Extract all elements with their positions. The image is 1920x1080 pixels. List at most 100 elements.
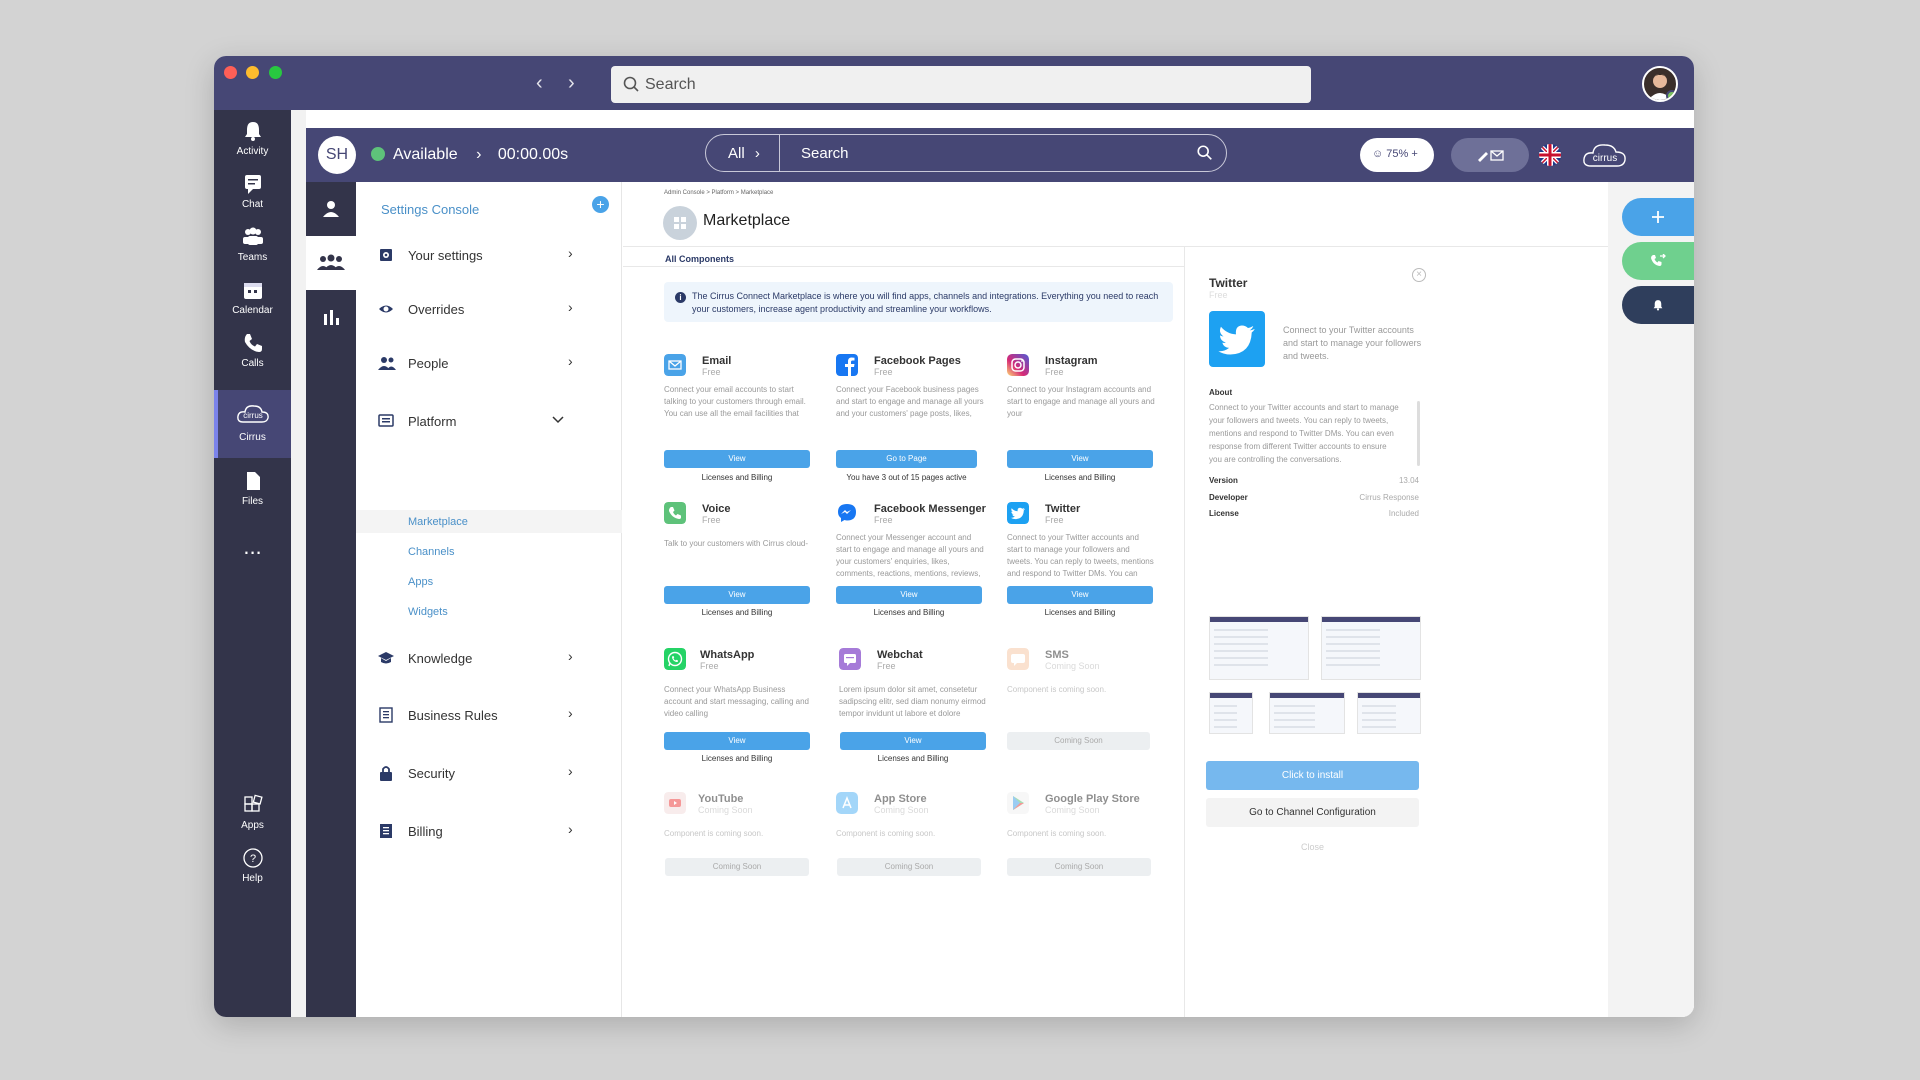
tab-all-components[interactable]: All Components (665, 254, 734, 264)
component-card-sms[interactable]: SMS Coming Soon Component is coming soon… (1007, 648, 1157, 778)
webchat-logo-icon (839, 648, 861, 670)
about-heading: About (1209, 388, 1233, 397)
settings-sidebar: Settings Console + Your settings › Overr… (356, 182, 622, 1017)
screenshot-thumbnail[interactable] (1209, 692, 1253, 734)
sidebar-item-security[interactable]: Security › (356, 758, 622, 788)
rail-item-activity[interactable]: Activity (214, 120, 291, 170)
marketplace-main: Admin Console > Platform > Marketplace M… (623, 182, 1694, 1017)
compose-pill[interactable] (1451, 138, 1529, 172)
rail-people-button[interactable] (306, 236, 356, 290)
sidebar-item-knowledge[interactable]: Knowledge › (356, 643, 622, 673)
forward-arrow-icon[interactable]: › (568, 72, 575, 95)
rail-item-files[interactable]: Files (214, 470, 291, 520)
sidebar-item-your-settings[interactable]: Your settings › (356, 240, 622, 270)
agent-status[interactable]: Available › 00:00.00s (371, 146, 568, 164)
sidebar-item-platform[interactable]: Platform (356, 406, 622, 436)
sidebar-item-label: Billing (408, 824, 443, 839)
screenshot-thumbnail[interactable] (1321, 616, 1421, 680)
rail-item-cirrus[interactable]: cirrus Cirrus (214, 390, 291, 458)
global-search-input[interactable]: Search (611, 66, 1311, 103)
email-view-button[interactable]: View (664, 450, 810, 468)
voice-view-button[interactable]: View (664, 586, 810, 604)
rail-stats-button[interactable] (306, 290, 356, 344)
sidebar-subitem-widgets[interactable]: Widgets (408, 606, 448, 618)
component-card-app-store[interactable]: App Store Coming Soon Component is comin… (836, 792, 986, 922)
search-placeholder: Search (645, 76, 696, 93)
rail-item-calendar[interactable]: Calendar (214, 279, 291, 329)
search-filter-dropdown[interactable]: All › (706, 135, 780, 171)
sidebar-item-business-rules[interactable]: Business Rules › (356, 700, 622, 730)
webchat-view-button[interactable]: View (840, 732, 986, 750)
rail-label: Help (242, 873, 263, 884)
sidebar-item-billing[interactable]: Billing › (356, 816, 622, 846)
instagram-view-button[interactable]: View (1007, 450, 1153, 468)
breadcrumb[interactable]: Admin Console > Platform > Marketplace (664, 190, 773, 196)
developer-value: Cirrus Response (1359, 493, 1419, 502)
whatsapp-licenses-link[interactable]: Licenses and Billing (664, 754, 810, 763)
rail-profile-button[interactable] (306, 182, 356, 236)
rail-item-apps[interactable]: Apps (214, 794, 291, 844)
card-description: Connect your Messenger account and start… (836, 533, 984, 578)
user-avatar[interactable] (1642, 66, 1678, 102)
sidebar-subitem-apps[interactable]: Apps (408, 576, 433, 588)
screenshot-thumbnail[interactable] (1209, 616, 1309, 680)
instagram-licenses-link[interactable]: Licenses and Billing (1007, 473, 1153, 482)
messenger-licenses-link[interactable]: Licenses and Billing (836, 608, 982, 617)
rail-item-help[interactable]: ? Help (214, 847, 291, 897)
email-licenses-link[interactable]: Licenses and Billing (664, 473, 810, 482)
phone-forward-icon (1651, 254, 1666, 266)
filter-label: All (728, 145, 745, 162)
more-apps-button[interactable]: ... (214, 536, 291, 566)
lock-icon (380, 766, 392, 781)
chevron-right-icon: › (568, 763, 573, 779)
add-button[interactable]: + (592, 196, 609, 213)
messenger-view-button[interactable]: View (836, 586, 982, 604)
new-action-button[interactable] (1622, 198, 1694, 236)
rail-gap (291, 110, 306, 1017)
component-card-google-play[interactable]: Google Play Store Coming Soon Component … (1007, 792, 1157, 922)
back-arrow-icon[interactable]: ‹ (536, 72, 543, 95)
minimize-window-button[interactable] (246, 66, 259, 79)
sidebar-item-overrides[interactable]: Overrides › (356, 294, 622, 324)
install-button[interactable]: Click to install (1206, 761, 1419, 790)
rail-item-chat[interactable]: Chat (214, 173, 291, 223)
screenshot-thumbnail[interactable] (1269, 692, 1345, 734)
twitter-licenses-link[interactable]: Licenses and Billing (1007, 608, 1153, 617)
maximize-window-button[interactable] (269, 66, 282, 79)
twitter-view-button[interactable]: View (1007, 586, 1153, 604)
channel-configuration-button[interactable]: Go to Channel Configuration (1206, 798, 1419, 827)
rail-item-calls[interactable]: Calls (214, 332, 291, 382)
close-window-button[interactable] (224, 66, 237, 79)
uk-flag-icon[interactable] (1539, 144, 1561, 166)
license-value: Included (1388, 509, 1419, 518)
about-scrollbar[interactable] (1417, 401, 1420, 466)
facebook-go-to-page-button[interactable]: Go to Page (836, 450, 977, 468)
sidebar-item-people[interactable]: People › (356, 348, 622, 378)
search-icon[interactable] (1196, 144, 1214, 162)
close-panel-icon[interactable]: × (1412, 268, 1426, 282)
voice-licenses-link[interactable]: Licenses and Billing (664, 608, 810, 617)
sidebar-subitem-channels[interactable]: Channels (408, 546, 454, 558)
notifications-button[interactable] (1622, 286, 1694, 324)
transfer-call-button[interactable] (1622, 242, 1694, 280)
rail-item-teams[interactable]: Teams (214, 226, 291, 276)
component-card-youtube[interactable]: YouTube Coming Soon Component is coming … (664, 792, 814, 922)
contact-search-input[interactable]: Search (801, 145, 849, 162)
sidebar-subitem-marketplace[interactable]: Marketplace (408, 516, 468, 528)
twitter-bird-icon (1218, 325, 1255, 355)
whatsapp-view-button[interactable]: View (664, 732, 810, 750)
smiley-icon: ☺ (1372, 148, 1384, 160)
sidebar-item-label: Overrides (408, 302, 465, 317)
app-window: ‹ › Search Activity Chat Teams Calendar (214, 56, 1694, 1017)
close-button[interactable]: Close (1185, 842, 1440, 852)
rail-label: Apps (241, 820, 264, 831)
cirrus-app-rail (306, 182, 356, 1017)
webchat-licenses-link[interactable]: Licenses and Billing (840, 754, 986, 763)
marketplace-icon (663, 206, 697, 240)
agent-initials-avatar[interactable]: SH (318, 136, 356, 174)
twitter-logo-icon (1007, 502, 1029, 524)
quality-pill[interactable]: ☺ 75% + (1360, 138, 1434, 172)
screenshot-thumbnail[interactable] (1357, 692, 1421, 734)
twitter-large-logo (1209, 311, 1265, 367)
apps-grid-icon (243, 794, 263, 812)
